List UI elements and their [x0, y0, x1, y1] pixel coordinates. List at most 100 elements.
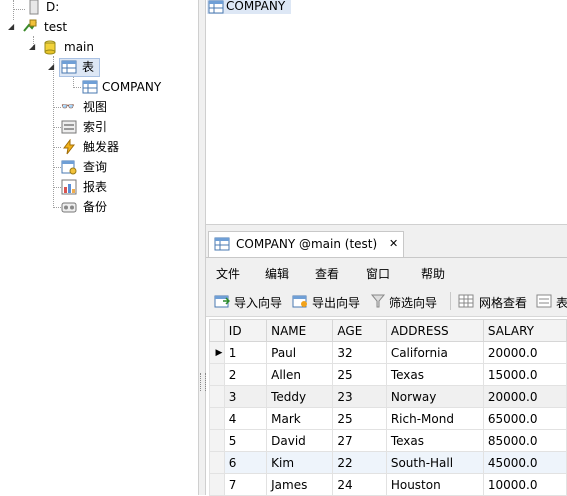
cell-address[interactable]: Texas	[385, 363, 484, 386]
tree-label-reports: 报表	[83, 180, 108, 194]
glasses-icon: 👓	[61, 100, 75, 113]
menu-help[interactable]: 帮助	[421, 265, 445, 282]
cell-id[interactable]: 2	[223, 363, 268, 386]
expanded-arrow-icon: ◢	[8, 22, 15, 31]
report-icon	[61, 179, 77, 195]
cell-salary[interactable]: 65000.0	[482, 407, 567, 430]
cell-age[interactable]: 24	[332, 473, 387, 496]
table-row[interactable]: 3 Teddy 23 Norway 20000.0	[209, 385, 567, 408]
cell-name[interactable]: Allen	[266, 363, 334, 386]
cell-address[interactable]: Norway	[385, 385, 484, 408]
tree-label-queries: 查询	[83, 160, 108, 174]
cell-age[interactable]: 23	[332, 385, 387, 408]
table-icon	[208, 0, 224, 14]
cell-name[interactable]: Mark	[266, 407, 334, 430]
menu-window[interactable]: 窗口	[366, 265, 390, 282]
vertical-splitter[interactable]	[198, 0, 206, 495]
cell-salary[interactable]: 20000.0	[482, 341, 567, 364]
export-icon	[292, 295, 307, 308]
query-icon	[61, 160, 77, 175]
table-row[interactable]: 5 David 27 Texas 85000.0	[209, 429, 567, 452]
import-icon	[214, 295, 230, 308]
object-item-label: COMPANY	[226, 0, 286, 13]
import-wizard-button[interactable]: 导入向导	[214, 286, 288, 316]
records-table: ID NAME AGE ADDRESS SALARY ▶ 1 Paul 32 Calif…	[209, 319, 567, 496]
row-indicator[interactable]	[209, 451, 225, 474]
cell-id[interactable]: 5	[223, 429, 268, 452]
cell-id[interactable]: 3	[223, 385, 268, 408]
cell-salary[interactable]: 45000.0	[482, 451, 567, 474]
export-wizard-button[interactable]: 导出向导	[292, 286, 366, 316]
column-header-id[interactable]: ID	[223, 319, 268, 342]
row-indicator[interactable]	[209, 473, 225, 496]
table-header-row: ID NAME AGE ADDRESS SALARY	[209, 319, 567, 342]
filter-wizard-button[interactable]: 筛选向导	[370, 286, 444, 316]
index-icon	[61, 120, 77, 134]
cell-salary[interactable]: 85000.0	[482, 429, 567, 452]
cell-id[interactable]: 1	[223, 341, 268, 364]
menu-file[interactable]: 文件	[216, 265, 240, 282]
cell-salary[interactable]: 10000.0	[482, 473, 567, 496]
object-list-panel: COMPANY	[206, 0, 567, 224]
menu-view[interactable]: 查看	[315, 265, 339, 282]
row-indicator[interactable]	[209, 363, 225, 386]
form-view-button[interactable]: 表	[536, 286, 567, 316]
tree-label-drive: D:	[46, 0, 60, 14]
cell-age[interactable]: 25	[332, 407, 387, 430]
column-header-salary[interactable]: SALARY	[482, 319, 567, 342]
cell-age[interactable]: 32	[332, 341, 387, 364]
menu-edit[interactable]: 编辑	[265, 265, 289, 282]
cell-salary[interactable]: 15000.0	[482, 363, 567, 386]
cell-age[interactable]: 27	[332, 429, 387, 452]
table-row[interactable]: ▶ 1 Paul 32 California 20000.0	[209, 341, 567, 364]
table-row[interactable]: 6 Kim 22 South-Hall 45000.0	[209, 451, 567, 474]
column-header-name[interactable]: NAME	[266, 319, 334, 342]
tree-label-indexes: 索引	[83, 120, 108, 134]
cell-address[interactable]: South-Hall	[385, 451, 484, 474]
cell-address[interactable]: California	[385, 341, 484, 364]
column-header-age[interactable]: AGE	[332, 319, 387, 342]
data-grid: ID NAME AGE ADDRESS SALARY ▶ 1 Paul 32 Calif…	[206, 317, 567, 496]
navigation-tree: D: ◢ test ◢ main ◢ 表 COMPANY 👓 视图 索引 触发器	[0, 0, 198, 495]
cell-id[interactable]: 6	[223, 451, 268, 474]
toolbar-separator	[450, 292, 451, 310]
cell-salary[interactable]: 20000.0	[482, 385, 567, 408]
tree-label-tables: 表	[82, 60, 95, 74]
row-indicator[interactable]	[209, 429, 225, 452]
cell-name[interactable]: David	[266, 429, 334, 452]
cell-address[interactable]: Rich-Mond	[385, 407, 484, 430]
cell-name[interactable]: Teddy	[266, 385, 334, 408]
export-wizard-label: 导出向导	[312, 296, 361, 310]
form-view-label: 表	[556, 296, 567, 310]
cell-name[interactable]: James	[266, 473, 334, 496]
cell-age[interactable]: 22	[332, 451, 387, 474]
object-item-company[interactable]: COMPANY	[207, 0, 291, 14]
close-icon[interactable]: ✕	[389, 237, 398, 250]
table-row[interactable]: 4 Mark 25 Rich-Mond 65000.0	[209, 407, 567, 430]
cell-name[interactable]: Kim	[266, 451, 334, 474]
tree-label-schema: main	[64, 40, 94, 54]
import-wizard-label: 导入向导	[234, 296, 283, 310]
cell-address[interactable]: Texas	[385, 429, 484, 452]
menu-bar: 文件 编辑 查看 窗口 帮助	[206, 258, 567, 286]
cell-id[interactable]: 7	[223, 473, 268, 496]
tree-label-backup: 备份	[83, 200, 108, 214]
tab-title: COMPANY @main (test)	[236, 237, 378, 251]
table-row[interactable]: 7 James 24 Houston 10000.0	[209, 473, 567, 496]
grid-view-label: 网格查看	[479, 296, 528, 310]
tree-label-triggers: 触发器	[83, 140, 120, 154]
cell-id[interactable]: 4	[223, 407, 268, 430]
cell-age[interactable]: 25	[332, 363, 387, 386]
tree-label-database: test	[44, 20, 68, 34]
row-indicator[interactable]	[209, 407, 225, 430]
row-indicator[interactable]	[209, 385, 225, 408]
tab-company-editor[interactable]: COMPANY @main (test) ✕	[208, 231, 404, 257]
table-icon	[82, 80, 98, 94]
cell-name[interactable]: Paul	[266, 341, 334, 364]
form-icon	[536, 294, 552, 308]
row-indicator[interactable]: ▶	[209, 341, 225, 364]
table-row[interactable]: 2 Allen 25 Texas 15000.0	[209, 363, 567, 386]
column-header-address[interactable]: ADDRESS	[385, 319, 484, 342]
cell-address[interactable]: Houston	[385, 473, 484, 496]
grid-view-button[interactable]: 网格查看	[458, 286, 532, 316]
